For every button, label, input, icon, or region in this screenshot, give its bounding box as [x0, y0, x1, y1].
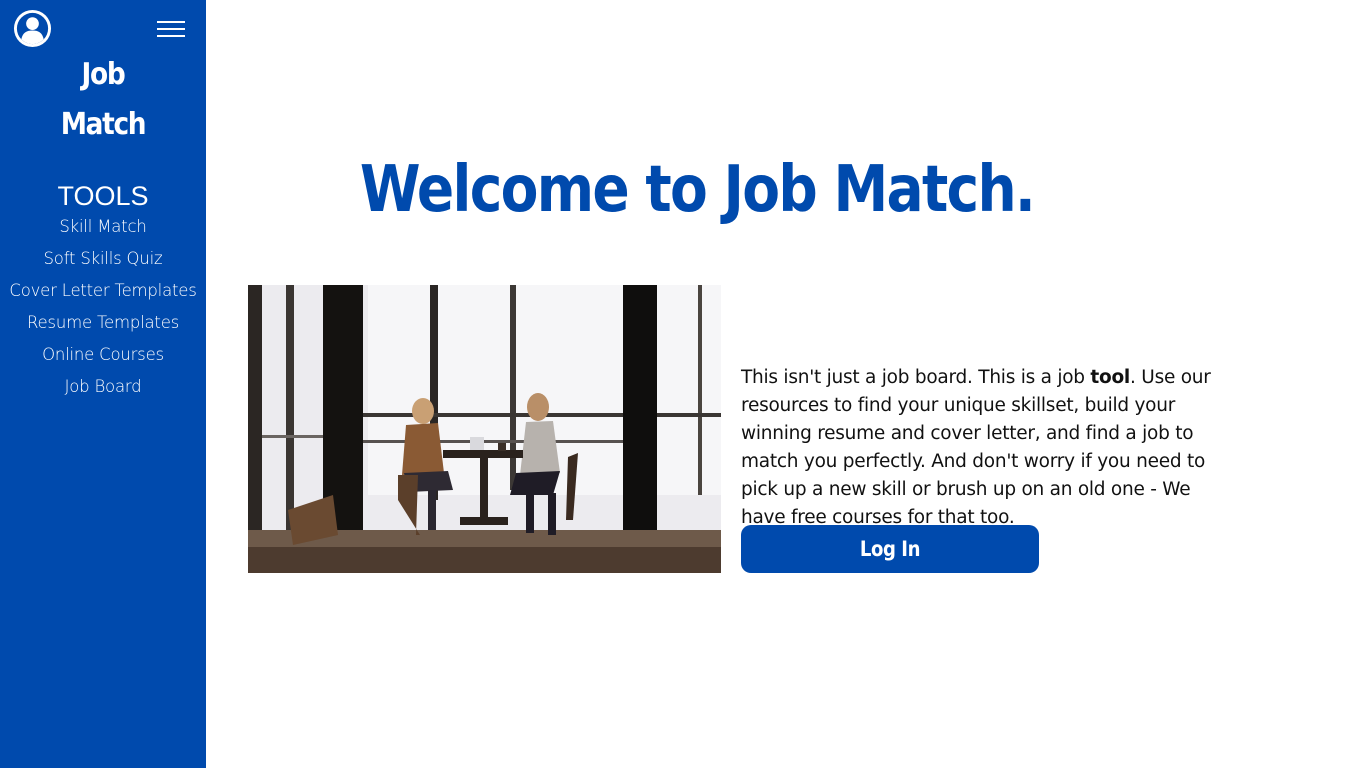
login-button[interactable]: Log In: [741, 525, 1039, 573]
nav-item-online-courses[interactable]: Online Courses: [0, 339, 206, 371]
login-button-label: Log In: [859, 537, 921, 561]
nav-item-resume-templates[interactable]: Resume Templates: [0, 307, 206, 339]
intro-text-end: . Use our resources to find your unique …: [741, 366, 1211, 528]
tools-nav: Skill Match Soft Skills Quiz Cover Lette…: [0, 211, 206, 403]
brand-logo[interactable]: Job Match: [12, 50, 193, 150]
hero-photo: [248, 285, 721, 573]
nav-item-skill-match[interactable]: Skill Match: [0, 211, 206, 243]
page-title: Welcome to Job Match.: [359, 153, 1036, 227]
sidebar: Job Match TOOLS Skill Match Soft Skills …: [0, 0, 206, 768]
brand-line-match: Match: [60, 107, 147, 142]
nav-item-soft-skills-quiz[interactable]: Soft Skills Quiz: [0, 243, 206, 275]
nav-item-cover-letter-templates[interactable]: Cover Letter Templates: [0, 275, 206, 307]
intro-paragraph: This isn't just a job board. This is a j…: [741, 364, 1211, 532]
hamburger-menu-icon[interactable]: [155, 19, 187, 39]
tools-heading: TOOLS: [57, 181, 149, 211]
intro-emphasis-tool: tool: [1090, 366, 1131, 388]
nav-item-job-board[interactable]: Job Board: [0, 371, 206, 403]
user-avatar-icon[interactable]: [13, 9, 52, 48]
brand-line-job: Job: [81, 57, 126, 92]
intro-text-start: This isn't just a job board. This is a j…: [741, 366, 1091, 388]
